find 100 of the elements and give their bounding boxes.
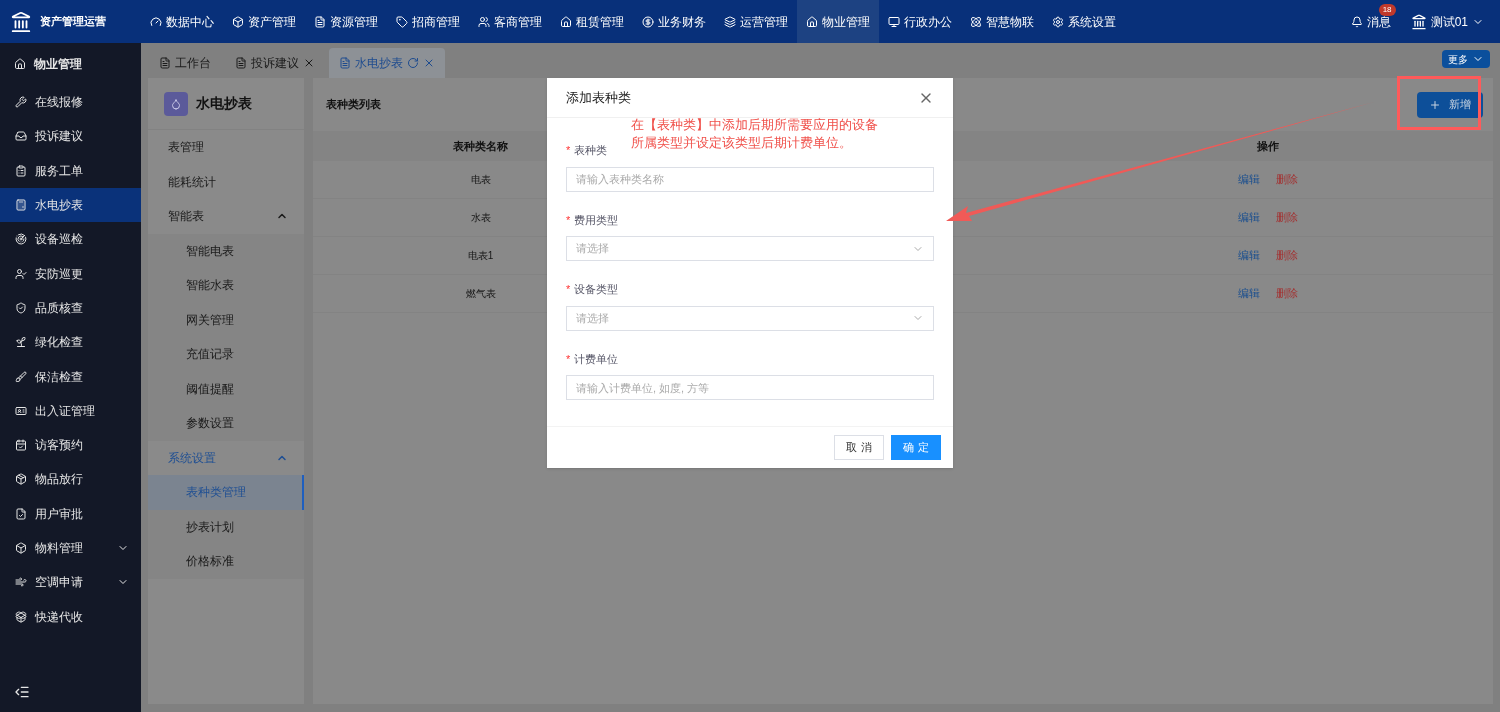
required-mark: *	[566, 212, 571, 228]
nav-icon	[806, 15, 818, 28]
close-icon[interactable]	[303, 57, 315, 69]
required-mark: *	[566, 351, 571, 367]
tab-icon	[339, 57, 351, 69]
submenu-item[interactable]: 抄表计划	[148, 509, 304, 544]
sidebar-item[interactable]: 物品放行	[0, 462, 141, 497]
sidebar-item[interactable]: 水电抄表	[0, 187, 141, 223]
user-name[interactable]: 测试01	[1430, 12, 1468, 31]
column-header: 操作	[1257, 138, 1279, 154]
nav-icon	[232, 15, 244, 28]
sidebar-item[interactable]: 安防巡更	[0, 256, 141, 291]
submenu-item[interactable]: 价格标准	[148, 544, 304, 579]
nav-icon	[314, 15, 326, 28]
field-label: 表种类	[574, 143, 608, 158]
menu-icon	[15, 164, 27, 177]
sidebar-item[interactable]: 在线报修	[0, 85, 141, 120]
column-header: 表种类名称	[453, 138, 508, 154]
submenu-item[interactable]: 能耗统计	[148, 164, 304, 199]
nav-icon	[970, 15, 982, 28]
add-button[interactable]: 新增	[1417, 91, 1483, 118]
menu-icon	[15, 336, 27, 349]
sidebar-item[interactable]: 保洁检查	[0, 359, 141, 394]
sidebar-item[interactable]: 服务工单	[0, 153, 141, 188]
menu-icon	[15, 439, 27, 452]
table-cell-text: 水表	[470, 211, 491, 225]
submenu-item[interactable]: 智能表	[148, 199, 304, 234]
app-title: 资产管理运营	[40, 14, 106, 30]
sidebar-item[interactable]: 投诉建议	[0, 119, 141, 154]
collapse-menu-icon[interactable]	[14, 684, 30, 700]
sidebar-item[interactable]: 快递代收	[0, 599, 141, 634]
table-cell-text: 电表1	[467, 249, 494, 263]
menu-icon	[15, 267, 27, 280]
field-label: 计费单位	[574, 351, 619, 367]
dialog-title: 添加表种类	[566, 88, 631, 107]
sidebar-item[interactable]: 出入证管理	[0, 393, 141, 428]
menu-icon	[15, 610, 27, 623]
sidebar-item[interactable]: 用户审批	[0, 496, 141, 531]
input-field[interactable]: 请输入计费单位, 如度, 方等	[566, 375, 934, 400]
sidebar-item[interactable]: 空调申请	[0, 565, 141, 600]
nav-tab[interactable]: 行政办公	[879, 0, 961, 43]
menu-icon	[15, 370, 27, 383]
home-icon	[14, 58, 26, 70]
field-label: 费用类型	[574, 212, 619, 228]
table-cell-text: 燃气表	[465, 287, 496, 301]
menu-icon	[15, 473, 27, 486]
sidebar-item[interactable]: 绿化检查	[0, 325, 141, 360]
menu-icon	[15, 130, 27, 143]
submenu-item[interactable]: 表管理	[148, 130, 304, 165]
bell-icon[interactable]	[1350, 15, 1363, 28]
sidebar-item[interactable]: 设备巡检	[0, 222, 141, 257]
nav-tab[interactable]: 业务财务	[633, 0, 715, 43]
required-mark: *	[566, 282, 571, 297]
submenu-item[interactable]: 网关管理	[148, 302, 304, 337]
sidebar-item[interactable]: 访客预约	[0, 427, 141, 463]
more-button[interactable]: 更多	[1442, 50, 1490, 68]
nav-tab[interactable]: 资产管理	[223, 0, 305, 43]
bank-icon	[10, 10, 32, 33]
nav-tab[interactable]: 资源管理	[305, 0, 387, 43]
submenu-item[interactable]: 智能电表	[148, 233, 304, 268]
submenu-title: 水电抄表	[196, 94, 252, 113]
plus-icon	[1429, 98, 1441, 111]
menu-icon	[15, 199, 27, 212]
nav-tab[interactable]: 物业管理	[797, 0, 879, 43]
menu-icon	[15, 96, 27, 109]
required-mark: *	[566, 143, 571, 158]
submenu-item[interactable]: 阈值提醒	[148, 371, 304, 406]
nav-icon	[642, 15, 654, 28]
nav-tab[interactable]: 系统设置	[1043, 0, 1125, 43]
tab-icon	[159, 57, 171, 69]
page-tab[interactable]: 投诉建议	[225, 48, 325, 78]
nav-icon	[396, 15, 408, 28]
sidebar-item[interactable]: 品质核查	[0, 290, 141, 326]
nav-tab[interactable]: 运营管理	[715, 0, 797, 43]
field-label: 设备类型	[574, 282, 619, 297]
page-tab[interactable]: 工作台	[149, 48, 221, 78]
nav-icon	[478, 15, 490, 28]
nav-icon	[888, 15, 900, 28]
nav-tab[interactable]: 招商管理	[387, 0, 469, 43]
menu-icon	[15, 301, 27, 314]
nav-icon	[724, 15, 736, 28]
menu-icon	[15, 233, 27, 246]
submenu-item[interactable]: 参数设置	[148, 406, 304, 441]
input-field[interactable]: 请输入表种类名称	[566, 166, 934, 192]
annotation-text: 在【表种类】中添加后期所需要应用的设备 所属类型并设定该类型后期计费单位。	[631, 116, 878, 152]
sidebar-item[interactable]: 物料管理	[0, 530, 141, 566]
close-icon[interactable]	[423, 57, 435, 69]
nav-tab[interactable]: 数据中心	[141, 0, 223, 43]
refresh-icon[interactable]	[407, 57, 419, 69]
sidebar-header: 物业管理	[34, 56, 82, 73]
nav-tab[interactable]: 租赁管理	[551, 0, 633, 43]
submenu-item[interactable]: 充值记录	[148, 337, 304, 372]
menu-icon	[15, 404, 27, 417]
notification-badge: 18	[1378, 3, 1396, 16]
nav-tab[interactable]: 客商管理	[469, 0, 551, 43]
nav-icon	[1052, 15, 1064, 28]
nav-tab[interactable]: 智慧物联	[961, 0, 1043, 43]
submenu-item[interactable]: 智能水表	[148, 268, 304, 303]
cancel-button[interactable]: 取 消	[834, 435, 884, 460]
menu-icon	[15, 542, 27, 554]
